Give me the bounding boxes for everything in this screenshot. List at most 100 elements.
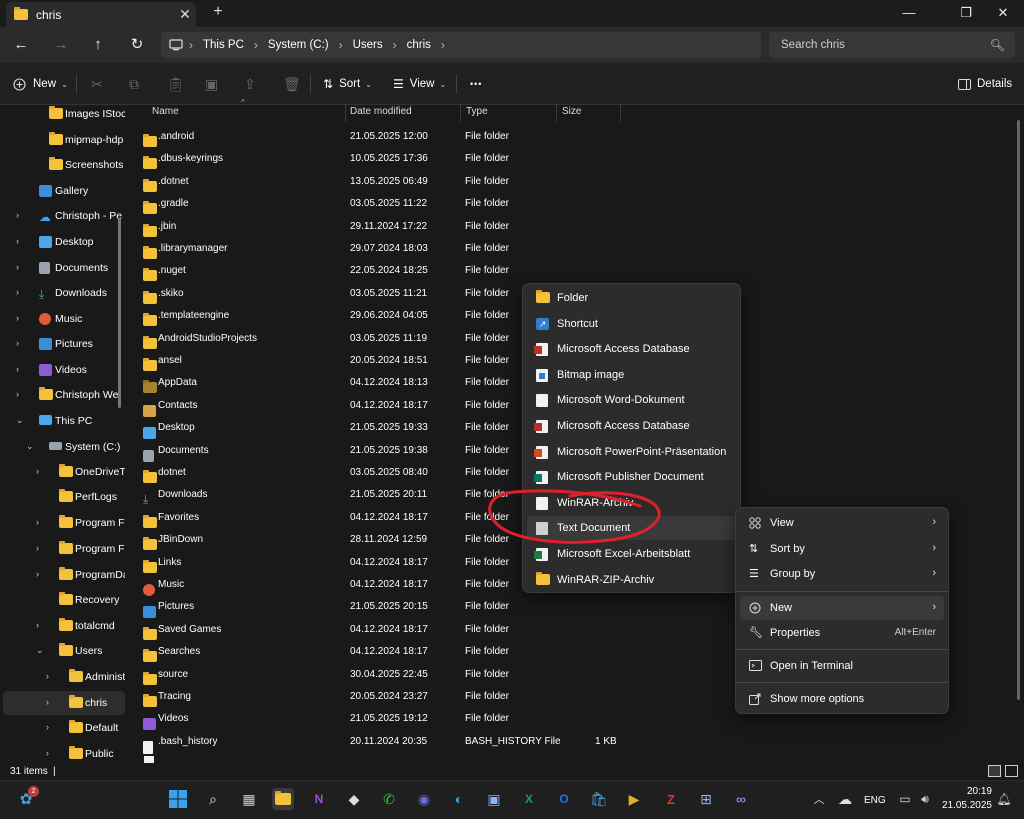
new-menu-item-text-document[interactable]: Text Document (527, 516, 736, 541)
task-view-icon[interactable]: ▦ (238, 788, 260, 810)
address-bar[interactable]: › This PC › System (C:) › Users › chris … (161, 32, 761, 58)
table-row[interactable]: .nuget 22.05.2024 18:25 File folder (136, 260, 616, 282)
new-menu-item-powerpoint[interactable]: Microsoft PowerPoint-Präsentation (527, 440, 736, 464)
table-row[interactable]: source 30.04.2025 22:45 File folder (136, 664, 616, 686)
media-player-icon[interactable]: ▶ (623, 788, 645, 810)
file-explorer-icon[interactable] (272, 788, 294, 810)
search-input[interactable]: Search chris 🔍︎ (769, 32, 1015, 58)
chevron-right-icon[interactable]: › (36, 466, 39, 476)
nav-item-images-istock[interactable]: Images IStoc (3, 102, 125, 126)
share-icon[interactable]: ⇪ (244, 73, 256, 95)
chevron-right-icon[interactable]: › (16, 287, 19, 297)
new-menu-item-shortcut[interactable]: ↗ Shortcut (527, 312, 736, 336)
menu-item-new[interactable]: New › (740, 596, 944, 620)
chevron-right-icon[interactable]: › (16, 236, 19, 246)
column-header-size[interactable]: Size (562, 106, 581, 120)
nav-item-system-c[interactable]: ⌄ System (C:) (3, 435, 125, 459)
chevron-right-icon[interactable]: › (16, 364, 19, 374)
edge-icon[interactable]: ◐ (448, 788, 470, 810)
excel-icon[interactable]: X (518, 788, 540, 810)
onenote-icon[interactable]: N (308, 788, 330, 810)
copy-icon[interactable]: ⧉ (129, 73, 139, 95)
table-row[interactable]: .jbin 29.11.2024 17:22 File folder (136, 216, 616, 238)
nav-item-gallery[interactable]: Gallery (3, 179, 125, 203)
chevron-right-icon[interactable]: › (16, 262, 19, 272)
new-menu-item-winrar-archive[interactable]: WinRAR-Archiv (527, 491, 736, 515)
nav-tree-item[interactable]: PerfLogs (3, 485, 125, 509)
table-row[interactable]: .bash_history 20.11.2024 20:35 BASH_HISTOR… (136, 731, 617, 754)
nav-tree-item[interactable]: Recovery (3, 588, 125, 612)
nav-tree-item[interactable]: › Program Fil (3, 511, 125, 535)
chevron-right-icon[interactable]: › (36, 543, 39, 553)
delete-icon[interactable]: 🗑︎ (283, 73, 301, 95)
chevron-right-icon[interactable]: › (36, 620, 39, 630)
clock-time[interactable]: 20:19 (944, 786, 992, 797)
teams-icon[interactable]: ◉ (413, 788, 435, 810)
table-row[interactable]: .dbus-keyrings 10.05.2025 17:36 File folde… (136, 148, 616, 170)
chevron-down-icon[interactable]: ⌄ (36, 645, 44, 656)
more-options-button[interactable]: ••• (470, 73, 482, 95)
new-menu-item-publisher[interactable]: Microsoft Publisher Document (527, 465, 736, 489)
menu-item-open-terminal[interactable]: Open in Terminal (740, 654, 944, 678)
nav-item-onedrive[interactable]: › ☁ Christoph - Pe (3, 204, 125, 228)
column-divider[interactable] (556, 104, 557, 122)
remote-desktop-icon[interactable]: ▣ (483, 788, 505, 810)
menu-item-view[interactable]: View › (740, 511, 944, 535)
close-tab-button[interactable]: ✕ (174, 6, 196, 23)
nav-tree-item[interactable]: › Program Fil (3, 537, 125, 561)
minimize-button[interactable]: — (886, 2, 932, 24)
volume-icon[interactable]: 🔊︎ (914, 788, 936, 810)
chevron-right-icon[interactable]: › (36, 517, 39, 527)
chevron-right-icon[interactable]: › (16, 389, 19, 399)
sort-button[interactable]: ⇅ Sort ⌄ (323, 73, 372, 95)
view-button[interactable]: ☰ View ⌄ (393, 73, 446, 95)
search-icon[interactable]: ⌕ (202, 788, 224, 810)
filezilla-icon[interactable]: Z (660, 788, 682, 810)
chevron-right-icon[interactable]: › (16, 210, 19, 220)
up-button[interactable]: ↑ (86, 33, 110, 57)
rename-icon[interactable]: ▣ (205, 73, 218, 95)
cut-icon[interactable]: ✂ (91, 73, 103, 95)
breadcrumb-users[interactable]: Users (349, 39, 387, 51)
nav-item-screenshots[interactable]: Screenshots (3, 153, 125, 177)
outlook-icon[interactable]: O (553, 788, 575, 810)
file-list-scrollbar[interactable] (1017, 120, 1020, 700)
cloud-icon[interactable]: ☁ (834, 788, 856, 810)
column-divider[interactable] (345, 104, 346, 122)
whatsapp-icon[interactable]: ✆ (378, 788, 400, 810)
nav-tree-item[interactable]: › OneDriveTe (3, 460, 125, 484)
app-icon[interactable]: ◆ (343, 788, 365, 810)
table-row[interactable]: Saved Games 04.12.2024 18:17 File folder (136, 619, 616, 641)
new-menu-item-access-database[interactable]: Microsoft Access Database (527, 337, 736, 361)
menu-item-properties[interactable]: 🔧︎ Properties Alt+Enter (740, 621, 944, 645)
table-row[interactable]: .gradle 03.05.2025 11:22 File folder (136, 193, 616, 215)
nav-item-this-pc[interactable]: ⌄ This PC (3, 409, 125, 433)
nav-item-downloads[interactable]: › ⤓ Downloads (3, 281, 125, 305)
chevron-right-icon[interactable]: › (46, 697, 49, 707)
nav-item-users[interactable]: ⌄ Users (3, 639, 125, 663)
new-button[interactable]: New ⌄ (13, 73, 68, 95)
nav-tree-item[interactable]: › ProgramDa (3, 563, 125, 587)
column-header-name[interactable]: Name (152, 106, 179, 120)
table-row[interactable]: .librarymanager 29.07.2024 18:03 File fold… (136, 238, 616, 260)
table-row[interactable]: Pictures 21.05.2025 20:15 File folder (136, 596, 616, 619)
menu-item-show-more-options[interactable]: Show more options (740, 687, 944, 711)
chevron-down-icon[interactable]: ⌄ (26, 441, 34, 452)
breadcrumb-this-pc[interactable]: This PC (199, 39, 248, 51)
breadcrumb-system-c[interactable]: System (C:) (264, 39, 333, 51)
details-button[interactable]: Details (958, 73, 1012, 95)
nav-tree-item[interactable]: › Default (3, 716, 125, 740)
nav-scrollbar[interactable] (118, 218, 121, 408)
nav-tree-item[interactable]: › Administr (3, 665, 125, 689)
chevron-right-icon[interactable]: › (36, 569, 39, 579)
table-row[interactable]: Tracing 20.05.2024 23:27 File folder (136, 686, 616, 708)
new-menu-item-bitmap-image[interactable]: Bitmap image (527, 363, 736, 387)
nav-tree-item[interactable]: › totalcmd (3, 614, 125, 638)
chevron-right-icon[interactable]: › (16, 313, 19, 323)
chevron-right-icon[interactable]: › (46, 722, 49, 732)
column-header-type[interactable]: Type (466, 106, 488, 120)
nav-item-documents[interactable]: › Documents (3, 256, 125, 280)
table-row[interactable]: Searches 04.12.2024 18:17 File folder (136, 641, 616, 663)
nav-item-mipmap[interactable]: mipmap-hdp (3, 128, 125, 152)
store-icon[interactable]: 🛍︎ (588, 788, 610, 810)
